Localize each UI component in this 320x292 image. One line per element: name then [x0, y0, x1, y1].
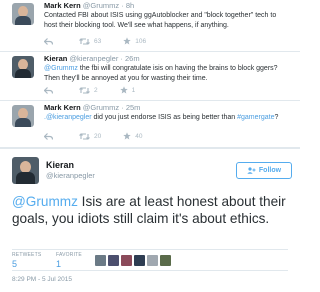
tweet-time[interactable]: 26m [125, 54, 140, 63]
mention-link[interactable]: @Grummz [44, 65, 78, 72]
favorites-stat[interactable]: FAVORITE 1 [56, 252, 82, 269]
retweets-stat[interactable]: RETWEETS 5 [12, 252, 41, 269]
follow-label: Follow [258, 167, 282, 174]
expanded-tweet: Kieran @kieranpegler Follow @Grummz Isis… [0, 150, 300, 292]
author-handle[interactable]: @kieranpegler [69, 54, 118, 63]
tweet-2[interactable]: Kieran @kieranpegler · 26m @Grummz the f… [0, 53, 300, 99]
engager-avatar[interactable] [134, 255, 145, 266]
favorite-button[interactable]: 1 [119, 86, 136, 94]
retweet-icon [79, 132, 90, 140]
reply-icon [44, 37, 53, 45]
tweet-text: @Grummz the fbi will congratulate isis o… [44, 64, 289, 83]
retweet-button[interactable]: 2 [79, 87, 98, 94]
author-handle[interactable]: @kieranpegler [46, 171, 95, 180]
author-handle[interactable]: @Grummz [83, 103, 119, 112]
divider [0, 51, 300, 52]
tweet-time[interactable]: 25m [126, 103, 141, 112]
tweet-actions: 20 40 [44, 132, 164, 140]
dot-separator: · [121, 1, 124, 10]
retweet-count: 63 [94, 37, 102, 45]
engager-avatar[interactable] [160, 255, 171, 266]
favorite-star-icon [119, 86, 128, 94]
author-name[interactable]: Kieran [46, 160, 74, 170]
retweet-button[interactable]: 63 [79, 38, 101, 45]
mention-link[interactable]: .@kieranpegler [44, 114, 92, 121]
avatar[interactable] [12, 56, 34, 78]
author-name[interactable]: Mark Kern [44, 103, 81, 112]
follow-person-icon [247, 167, 256, 174]
engager-avatars [95, 255, 173, 266]
tweet-actions: 2 1 [44, 86, 157, 94]
divider [0, 100, 300, 101]
tweet-header: Mark Kern @Grummz · 25m [44, 103, 140, 112]
engager-avatar[interactable] [108, 255, 119, 266]
reply-icon [44, 86, 53, 94]
retweet-button[interactable]: 20 [79, 133, 101, 140]
retweet-count: 2 [94, 86, 98, 94]
engager-avatar[interactable] [147, 255, 158, 266]
tweet-text: Contacted FBI about ISIS using ggAutoblo… [44, 11, 289, 30]
retweets-label: RETWEETS [12, 252, 42, 258]
favorites-count: 1 [56, 259, 62, 269]
reply-icon [44, 132, 53, 140]
reply-button[interactable] [44, 132, 57, 140]
tweet-text-end: ? [274, 114, 279, 121]
dot-separator: · [121, 103, 124, 112]
retweets-count: 5 [12, 259, 18, 269]
avatar[interactable] [12, 157, 39, 184]
reply-button[interactable] [44, 86, 57, 94]
engager-avatar[interactable] [121, 255, 132, 266]
tweet-header: Kieran @kieranpegler · 26m [44, 54, 140, 63]
favorite-count: 1 [131, 86, 136, 94]
tweet-actions: 63 106 [44, 37, 168, 45]
favorite-star-icon [123, 37, 131, 45]
dot-separator: · [120, 54, 123, 63]
tweet-text: @Grummz Isis are at least honest about t… [12, 194, 294, 227]
author-handle[interactable]: @Grummz [83, 1, 119, 10]
tweet-text-body: the fbi will congratulate isis on having… [44, 65, 278, 82]
tweet-3[interactable]: Mark Kern @Grummz · 25m .@kieranpegler d… [0, 102, 300, 146]
engager-avatar[interactable] [95, 255, 106, 266]
favorite-count: 40 [135, 132, 143, 140]
tweet-1[interactable]: Mark Kern @Grummz · 8h Contacted FBI abo… [0, 0, 300, 50]
tweet-header: Mark Kern @Grummz · 8h [44, 1, 134, 10]
author-name[interactable]: Kieran [44, 54, 67, 63]
retweet-icon [79, 86, 90, 94]
tweet-stats: RETWEETS 5 FAVORITE 1 [12, 249, 288, 271]
hashtag-link[interactable]: #gamergate [237, 114, 274, 121]
retweet-count: 20 [94, 132, 102, 140]
divider [0, 147, 300, 149]
favorite-button[interactable]: 106 [123, 37, 146, 45]
mention-link[interactable]: @Grummz [12, 194, 78, 209]
tweet-text: .@kieranpegler did you just endorse ISIS… [44, 113, 289, 123]
tweet-text-body: did you just endorse ISIS as being bette… [91, 114, 238, 121]
follow-button[interactable]: Follow [236, 162, 292, 179]
avatar[interactable] [12, 3, 34, 25]
reply-button[interactable] [44, 37, 57, 45]
favorite-button[interactable]: 40 [123, 132, 142, 140]
favorite-count: 106 [135, 37, 147, 45]
retweet-icon [79, 37, 90, 45]
tweet-timestamp[interactable]: 8:29 PM - 5 Jul 2015 [12, 276, 72, 283]
tweet-time[interactable]: 8h [126, 1, 134, 10]
tweet-text-body: Contacted FBI about ISIS using ggAutoblo… [44, 12, 277, 29]
favorite-star-icon [123, 132, 131, 140]
author-name[interactable]: Mark Kern [44, 1, 81, 10]
favorites-label: FAVORITE [56, 252, 82, 258]
avatar[interactable] [12, 105, 34, 127]
